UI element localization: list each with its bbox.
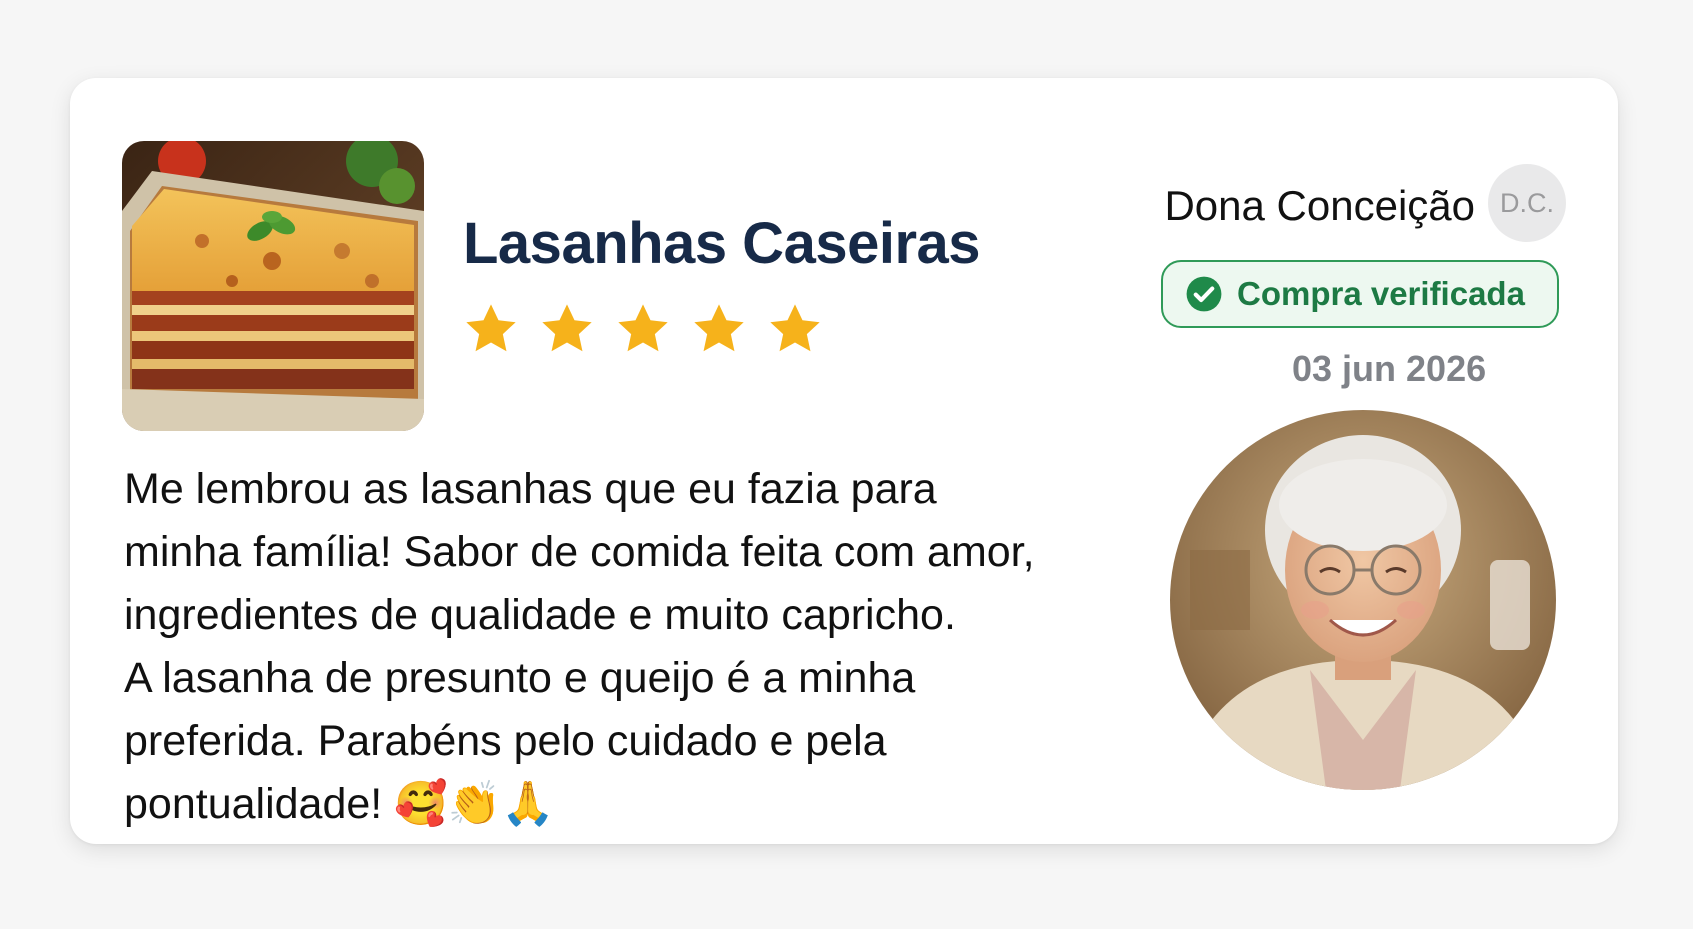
verified-purchase-label: Compra verificada [1237, 275, 1525, 312]
star-icon [618, 304, 668, 352]
star-icon [466, 304, 516, 352]
review-text: Me lembrou as lasanhas que eu fazia para… [124, 465, 1035, 828]
product-image [122, 141, 424, 431]
check-circle-icon [1186, 276, 1222, 312]
review-date: 03 jun 2026 [1292, 348, 1487, 389]
star-icon [542, 304, 592, 352]
avatar-initials: D.C. [1488, 164, 1566, 242]
star-icon [770, 304, 820, 352]
verified-purchase-badge: Compra verificada [1161, 260, 1559, 328]
reviewer-name: Dona Conceição [1164, 182, 1475, 229]
review-card: Lasanhas Caseiras Me lembrou as lasanhas… [70, 78, 1618, 844]
reviewer-photo [1170, 410, 1556, 790]
star-icon [694, 304, 744, 352]
star-rating [462, 300, 824, 358]
product-title: Lasanhas Caseiras [463, 211, 981, 276]
